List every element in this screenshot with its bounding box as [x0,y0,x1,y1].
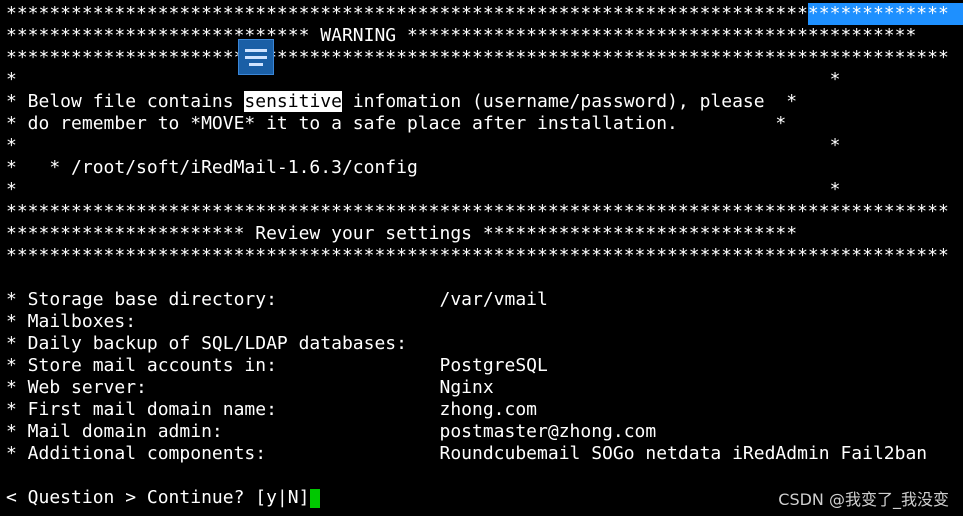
prompt-text: < Question > Continue? [y|N] [6,487,310,508]
review-settings-line: ********************** Review your setti… [6,223,798,244]
setting-label: * Web server: [6,377,440,398]
warning-line: **************************** WARNING ***… [6,25,917,46]
stars-line-2: ****************************************… [6,47,949,68]
setting-label: * Daily backup of SQL/LDAP databases: [6,333,407,354]
setting-value: Nginx [439,377,494,398]
setting-label: * Store mail accounts in: [6,355,440,376]
border-line-3: * * [6,179,841,200]
sensitive-before: * Below file contains [6,91,245,112]
sensitive-after: infomation (username/password), please * [341,91,798,112]
terminal-output: ****************************************… [6,3,963,516]
setting-label: * First mail domain name: [6,399,440,420]
setting-value: PostgreSQL [439,355,548,376]
stars-line-1: ****************************************… [6,3,949,24]
csdn-watermark: CSDN @我变了_我没变 [778,490,949,509]
setting-row-mailboxes: * Mailboxes: [6,311,963,333]
setting-row-webserver: * Web server: Nginx [6,377,963,399]
stars-line-3: ****************************************… [6,201,949,222]
setting-row-components: * Additional components: Roundcubemail S… [6,443,963,465]
move-line: * do remember to *MOVE* it to a safe pla… [6,113,787,134]
setting-label: * Additional components: [6,443,440,464]
setting-row-storage: * Storage base directory: /var/vmail [6,289,963,311]
menu-list-icon[interactable] [238,39,274,75]
setting-row-accounts: * Store mail accounts in: PostgreSQL [6,355,963,377]
setting-label: * Mailboxes: [6,311,137,332]
setting-value: /var/vmail [439,289,548,310]
setting-row-domain: * First mail domain name: zhong.com [6,399,963,421]
setting-label: * Storage base directory: [6,289,440,310]
setting-label: * Mail domain admin: [6,421,440,442]
setting-row-admin: * Mail domain admin: postmaster@zhong.co… [6,421,963,443]
cursor-block [310,488,321,508]
sensitive-highlight: sensitive [244,91,342,112]
setting-value: Roundcubemail SOGo netdata iRedAdmin Fai… [439,443,928,464]
stars-line-4: ****************************************… [6,245,949,266]
border-line-2: * * [6,135,841,156]
setting-row-backup: * Daily backup of SQL/LDAP databases: [6,333,963,355]
sensitive-line: * Below file contains sensitive infomati… [6,91,963,113]
config-path-line: * * /root/soft/iRedMail-1.6.3/config [6,157,418,178]
setting-value: zhong.com [439,399,538,420]
setting-value: postmaster@zhong.com [439,421,657,442]
border-line-1: * * [6,69,841,90]
